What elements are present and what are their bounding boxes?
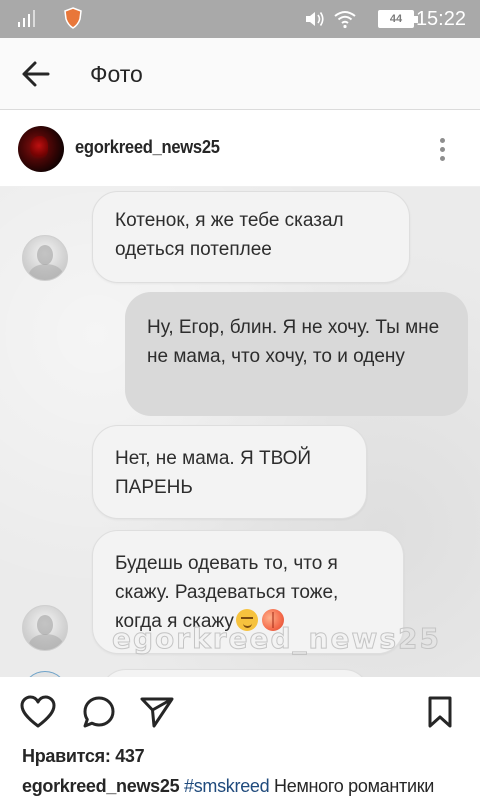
wifi-icon bbox=[334, 11, 356, 29]
message-text: Ну, Егор, блин. Я не хочу. Ты мне не мам… bbox=[147, 317, 440, 367]
post-username[interactable]: egorkreed_news25 bbox=[75, 137, 220, 158]
post-header: egorkreed_news25 bbox=[0, 111, 480, 187]
page-title: Фото bbox=[90, 61, 143, 87]
battery-icon: 44 bbox=[378, 10, 418, 28]
like-count[interactable]: Нравится: 437 bbox=[22, 746, 145, 767]
message-bubble-incoming: Котенок, я же тебе сказал одеться потепл… bbox=[92, 191, 410, 283]
clock: 15:22 bbox=[415, 8, 466, 30]
send-icon[interactable] bbox=[139, 695, 175, 729]
comment-icon[interactable] bbox=[81, 695, 117, 729]
caption-text: Немного романтики bbox=[274, 776, 435, 796]
signal-icon bbox=[18, 10, 35, 27]
battery-level: 44 bbox=[389, 13, 403, 25]
more-vertical-icon[interactable] bbox=[434, 135, 450, 165]
message-text: Нет, не мама. Я ТВОЙ ПАРЕНЬ bbox=[115, 448, 312, 498]
bookmark-icon[interactable] bbox=[425, 695, 455, 729]
heart-icon[interactable] bbox=[20, 695, 56, 729]
status-bar: 44 15:22 bbox=[0, 0, 480, 38]
toolbar: Фото bbox=[0, 38, 480, 110]
avatar[interactable] bbox=[18, 126, 64, 172]
message-text: Будешь одевать то, что я скажу. Раздеват… bbox=[115, 553, 339, 632]
message-text: Котенок, я же тебе сказал одеться потепл… bbox=[115, 210, 344, 260]
shield-icon bbox=[64, 7, 82, 29]
post-actions bbox=[0, 677, 480, 743]
caption-username[interactable]: egorkreed_news25 bbox=[22, 776, 180, 796]
message-bubble-incoming bbox=[100, 669, 370, 677]
chat-avatar bbox=[22, 235, 68, 281]
watermark: egorkreed_news25 bbox=[112, 622, 441, 656]
caption-hashtag[interactable]: #smskreed bbox=[184, 776, 270, 796]
post-photo[interactable]: Котенок, я же тебе сказал одеться потепл… bbox=[0, 187, 480, 677]
volume-icon bbox=[306, 12, 324, 26]
arrow-left-icon[interactable] bbox=[16, 56, 56, 92]
message-bubble-incoming: Нет, не мама. Я ТВОЙ ПАРЕНЬ bbox=[92, 425, 367, 519]
post-caption: egorkreed_news25 #smskreed Немного роман… bbox=[22, 776, 434, 797]
message-bubble-outgoing: Ну, Егор, блин. Я не хочу. Ты мне не мам… bbox=[125, 292, 468, 416]
chat-avatar bbox=[22, 605, 68, 651]
